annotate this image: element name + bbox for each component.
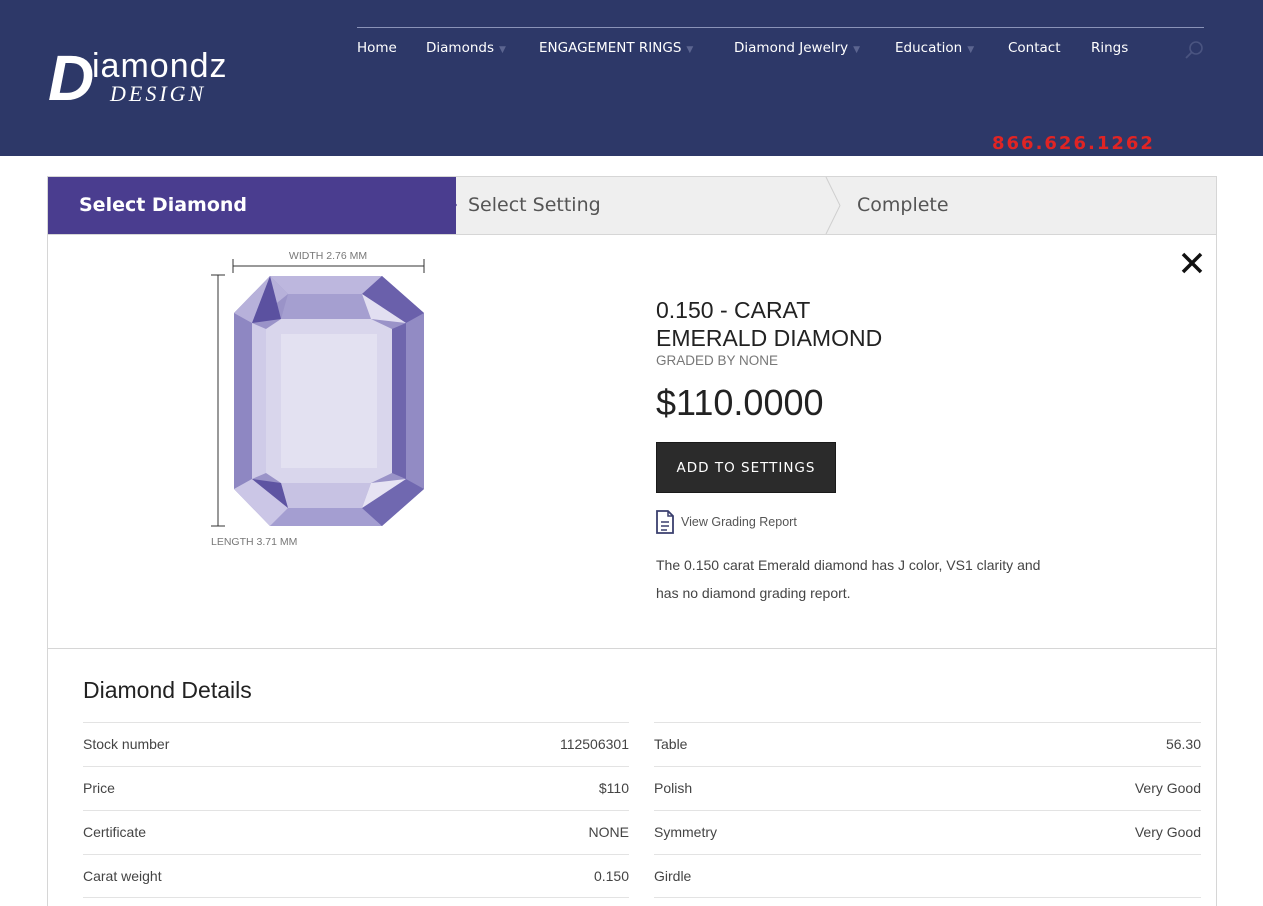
- detail-row-table: Table 56.30: [654, 722, 1201, 766]
- details-right-column: Table 56.30 Polish Very Good Symmetry Very …: [654, 722, 1201, 898]
- nav-contact-label: Contact: [1008, 40, 1061, 56]
- nav-diamonds[interactable]: Diamonds ▼: [426, 40, 506, 56]
- detail-row-stock-number: Stock number 112506301: [83, 722, 629, 766]
- view-grading-report-label: View Grading Report: [681, 515, 797, 529]
- nav-home[interactable]: Home: [357, 40, 397, 56]
- diamond-title-shape: EMERALD DIAMOND: [656, 325, 883, 351]
- chevron-down-icon: ▼: [686, 45, 694, 55]
- search-icon[interactable]: [1184, 40, 1204, 60]
- diamond-title: 0.150 - CARAT EMERALD DIAMOND: [656, 296, 882, 352]
- logo-subtitle: DESIGN: [110, 81, 207, 106]
- nav-education-label: Education: [895, 40, 963, 56]
- detail-key: Price: [83, 780, 115, 796]
- site-header: D iamondz DESIGN Home Diamonds ▼ ENGAGEME…: [0, 0, 1263, 156]
- chevron-down-icon: ▼: [499, 45, 506, 55]
- detail-key: Carat weight: [83, 868, 162, 884]
- detail-value: 0.150: [593, 868, 629, 884]
- nav-engagement-rings-label: ENGAGEMENT RINGS: [539, 40, 682, 56]
- step-complete[interactable]: Complete: [857, 177, 949, 234]
- step-separator: [825, 177, 841, 234]
- detail-key: Table: [654, 736, 688, 752]
- section-divider: [48, 648, 1216, 649]
- detail-value: 56.30: [1165, 736, 1201, 752]
- diamond-panel: Select Diamond Select Setting Complete W…: [47, 176, 1217, 906]
- progress-steps: Select Diamond Select Setting Complete: [48, 177, 1216, 235]
- length-measure-label: LENGTH 3.71 MM: [211, 536, 298, 548]
- nav-diamond-jewelry-label: Diamond Jewelry: [734, 40, 849, 56]
- detail-row-price: Price $110: [83, 766, 629, 810]
- graded-by: GRADED BY NONE: [656, 353, 779, 368]
- nav-rings-label: Rings: [1091, 40, 1129, 56]
- close-icon[interactable]: [1180, 251, 1204, 275]
- detail-key: Girdle: [654, 868, 692, 884]
- nav-diamond-jewelry[interactable]: Diamond Jewelry ▼: [734, 40, 860, 56]
- chevron-down-icon: ▼: [967, 45, 975, 55]
- detail-key: Polish: [654, 780, 693, 796]
- diamond-title-carat: 0.150 - CARAT: [656, 297, 811, 323]
- step-select-setting[interactable]: Select Setting: [468, 177, 601, 234]
- nav-education[interactable]: Education ▼: [895, 40, 974, 56]
- detail-row-carat-weight: Carat weight 0.150: [83, 854, 629, 898]
- detail-row-polish: Polish Very Good: [654, 766, 1201, 810]
- nav-contact[interactable]: Contact: [1008, 40, 1061, 56]
- detail-key: Certificate: [83, 824, 147, 840]
- detail-row-girdle: Girdle: [654, 854, 1201, 898]
- logo[interactable]: D iamondz DESIGN: [48, 46, 298, 110]
- nav-engagement-rings[interactable]: ENGAGEMENT RINGS ▼: [539, 40, 693, 56]
- step-select-diamond[interactable]: Select Diamond: [48, 177, 456, 234]
- phone-number[interactable]: 866.626.1262: [992, 133, 1155, 154]
- emerald-diamond-illustration: [211, 259, 425, 527]
- diamond-description: The 0.150 carat Emerald diamond has J co…: [656, 557, 1041, 601]
- detail-value: 112506301: [559, 736, 629, 752]
- step-select-setting-label: Select Setting: [468, 194, 601, 216]
- details-left-column: Stock number 112506301 Price $110 Certific…: [83, 722, 629, 898]
- document-icon: [656, 510, 674, 534]
- chevron-down-icon: ▼: [853, 45, 861, 55]
- detail-value: $110: [598, 780, 629, 796]
- logo-wordmark: iamondz: [92, 47, 228, 85]
- detail-value: Very Good: [1134, 824, 1201, 840]
- detail-row-symmetry: Symmetry Very Good: [654, 810, 1201, 854]
- details-heading: Diamond Details: [83, 677, 252, 703]
- logo-letter: D: [48, 42, 95, 114]
- nav-divider: [357, 27, 1204, 28]
- add-to-settings-button[interactable]: ADD TO SETTINGS: [656, 442, 836, 493]
- nav-rings[interactable]: Rings: [1091, 40, 1128, 56]
- detail-key: Stock number: [83, 736, 170, 752]
- step-arrow: [436, 177, 457, 233]
- detail-value: NONE: [588, 824, 629, 840]
- view-grading-report-link[interactable]: View Grading Report: [655, 510, 797, 534]
- step-select-diamond-label: Select Diamond: [79, 194, 248, 216]
- diamond-price: $110.0000: [656, 382, 824, 423]
- detail-value: Very Good: [1134, 780, 1201, 796]
- step-complete-label: Complete: [857, 194, 949, 216]
- nav-diamonds-label: Diamonds: [426, 40, 494, 56]
- nav-home-label: Home: [357, 40, 397, 56]
- detail-row-certificate: Certificate NONE: [83, 810, 629, 854]
- detail-key: Symmetry: [654, 824, 717, 840]
